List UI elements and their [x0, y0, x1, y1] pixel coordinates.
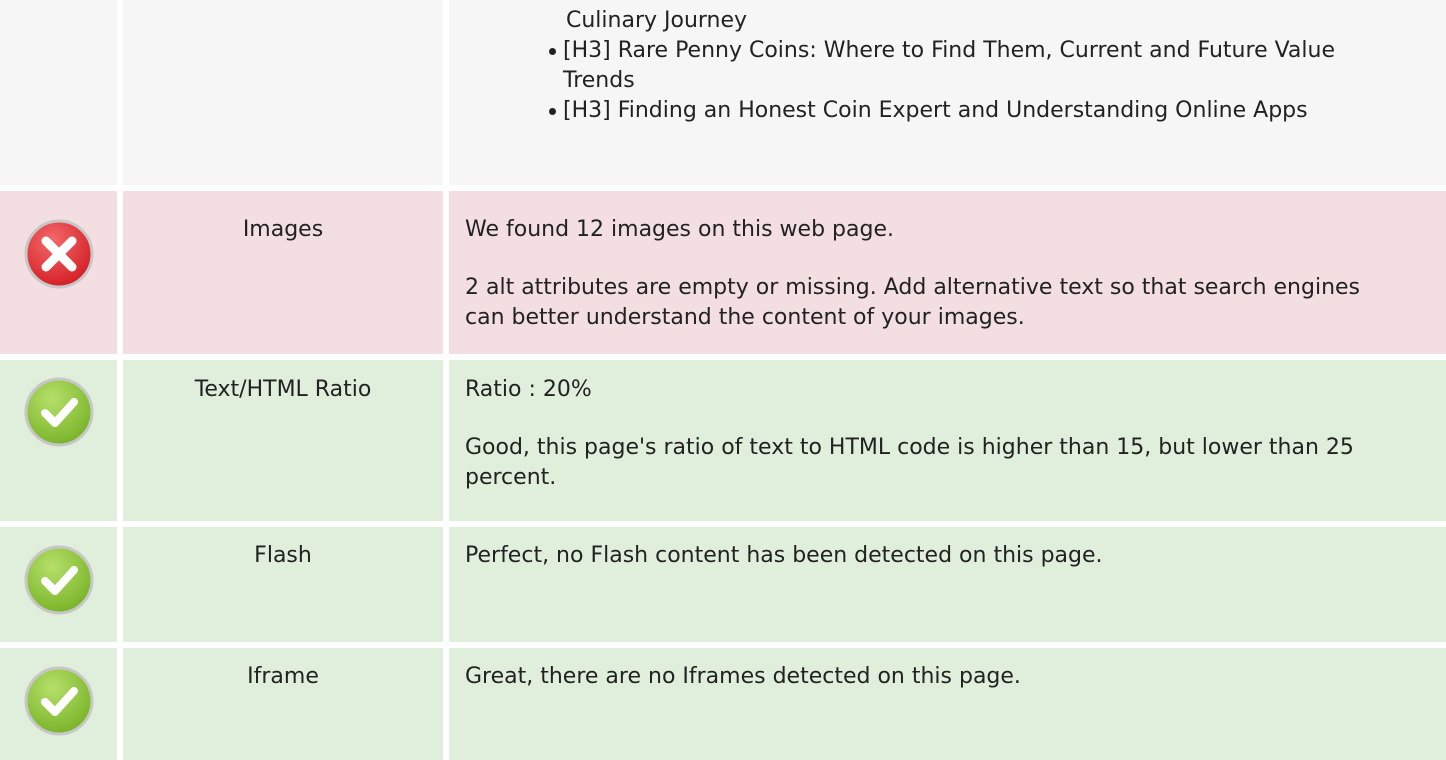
- check-name: Flash: [254, 543, 312, 568]
- iframe-name-cell: Iframe: [123, 648, 443, 760]
- images-desc-cell: We found 12 images on this web page. 2 a…: [449, 191, 1446, 354]
- headings-list-container: Culinary Journey [H3] Rare Penny Coins: …: [549, 6, 1406, 126]
- list-item: [H3] Rare Penny Coins: Where to Find The…: [549, 36, 1406, 96]
- check-name: Text/HTML Ratio: [194, 377, 372, 402]
- ratio-icon-cell: [0, 360, 117, 521]
- ratio-name-cell: Text/HTML Ratio: [123, 360, 443, 521]
- check-detail: We found 12 images on this web page.: [465, 217, 894, 242]
- headings-list: [H3] Rare Penny Coins: Where to Find The…: [549, 36, 1406, 126]
- check-name: Iframe: [247, 664, 319, 689]
- iframe-desc-cell: Great, there are no Iframes detected on …: [449, 648, 1446, 760]
- images-icon-cell: [0, 191, 117, 354]
- headings-name-cell: [123, 0, 443, 185]
- check-icon: [22, 664, 96, 738]
- check-name: Images: [242, 217, 324, 242]
- check-detail: Perfect, no Flash content has been detec…: [465, 543, 1103, 568]
- ratio-desc-cell: Ratio : 20% Good, this page's ratio of t…: [449, 360, 1446, 521]
- flash-icon-cell: [0, 527, 117, 642]
- check-detail: 2 alt attributes are empty or missing. A…: [465, 275, 1361, 330]
- flash-desc-cell: Perfect, no Flash content has been detec…: [449, 527, 1446, 642]
- heading-continuation: Culinary Journey: [566, 8, 748, 33]
- list-item: [H3] Finding an Honest Coin Expert and U…: [549, 96, 1406, 126]
- headings-row: Culinary Journey [H3] Rare Penny Coins: …: [0, 0, 1446, 185]
- check-detail: Great, there are no Iframes detected on …: [465, 664, 1021, 689]
- check-detail: Ratio : 20%: [465, 377, 592, 402]
- check-icon: [22, 543, 96, 617]
- check-icon: [22, 375, 96, 449]
- images-name-cell: Images: [123, 191, 443, 354]
- headings-icon-cell: [0, 0, 117, 185]
- text-html-ratio-row: Text/HTML Ratio Ratio : 20% Good, this p…: [0, 360, 1446, 521]
- flash-name-cell: Flash: [123, 527, 443, 642]
- error-x-icon: [22, 217, 96, 291]
- iframe-row: Iframe Great, there are no Iframes detec…: [0, 648, 1446, 760]
- check-detail: Good, this page's ratio of text to HTML …: [465, 435, 1354, 490]
- seo-report: Culinary Journey [H3] Rare Penny Coins: …: [0, 0, 1446, 760]
- flash-row: Flash Perfect, no Flash content has been…: [0, 527, 1446, 642]
- iframe-icon-cell: [0, 648, 117, 760]
- images-row: Images We found 12 images on this web pa…: [0, 191, 1446, 354]
